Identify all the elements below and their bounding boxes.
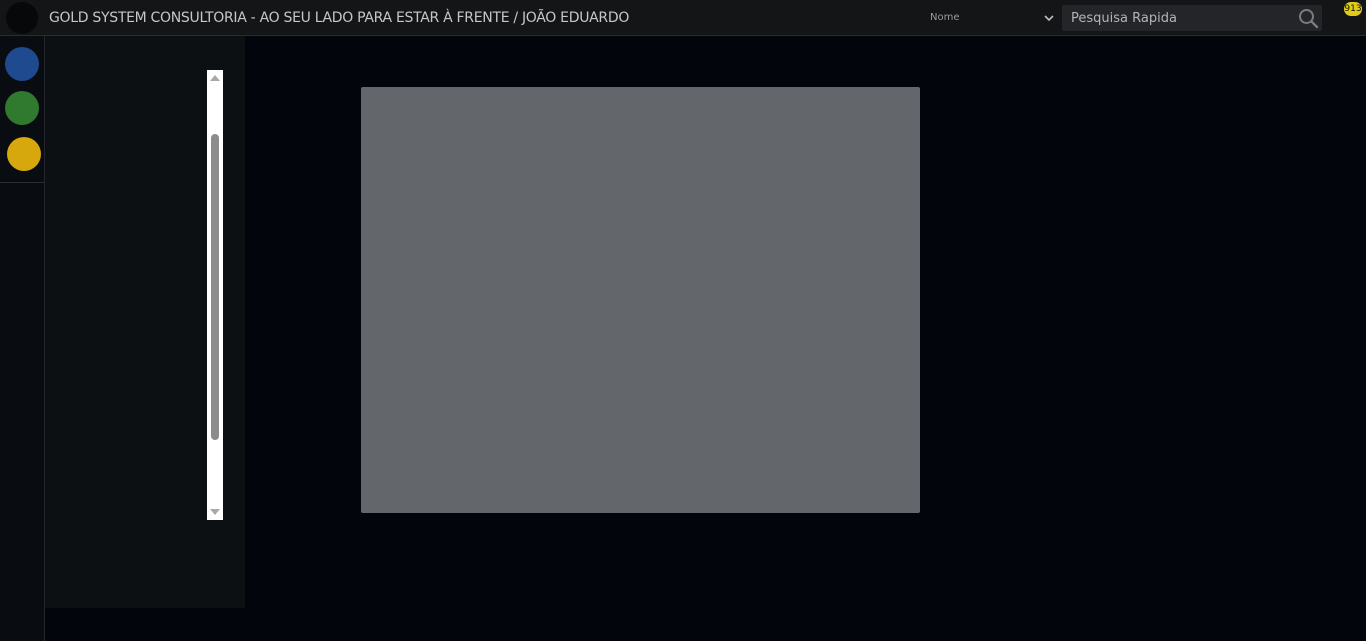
- rail-divider: [0, 182, 44, 183]
- rail-item-yellow[interactable]: [7, 137, 41, 171]
- quick-search: [1062, 5, 1322, 31]
- search-filter-value: Nome: [930, 12, 960, 23]
- rail-item-green[interactable]: [5, 91, 39, 125]
- scroll-thumb[interactable]: [211, 134, 219, 440]
- scroll-down-arrow-icon[interactable]: [210, 509, 220, 515]
- logo[interactable]: [6, 2, 38, 34]
- content-panel: [361, 87, 920, 513]
- search-filter-select[interactable]: Nome: [926, 6, 1058, 30]
- scrollbar[interactable]: [207, 70, 223, 520]
- notification-badge[interactable]: 913: [1344, 2, 1362, 16]
- search-input[interactable]: [1062, 5, 1287, 31]
- scroll-up-arrow-icon[interactable]: [210, 75, 220, 81]
- app-title: GOLD SYSTEM CONSULTORIA - AO SEU LADO PA…: [49, 10, 630, 26]
- rail-item-blue[interactable]: [5, 47, 39, 81]
- top-bar: GOLD SYSTEM CONSULTORIA - AO SEU LADO PA…: [0, 0, 1366, 36]
- search-icon[interactable]: [1298, 8, 1319, 29]
- chevron-down-icon: [1044, 15, 1054, 22]
- left-rail: [0, 36, 45, 641]
